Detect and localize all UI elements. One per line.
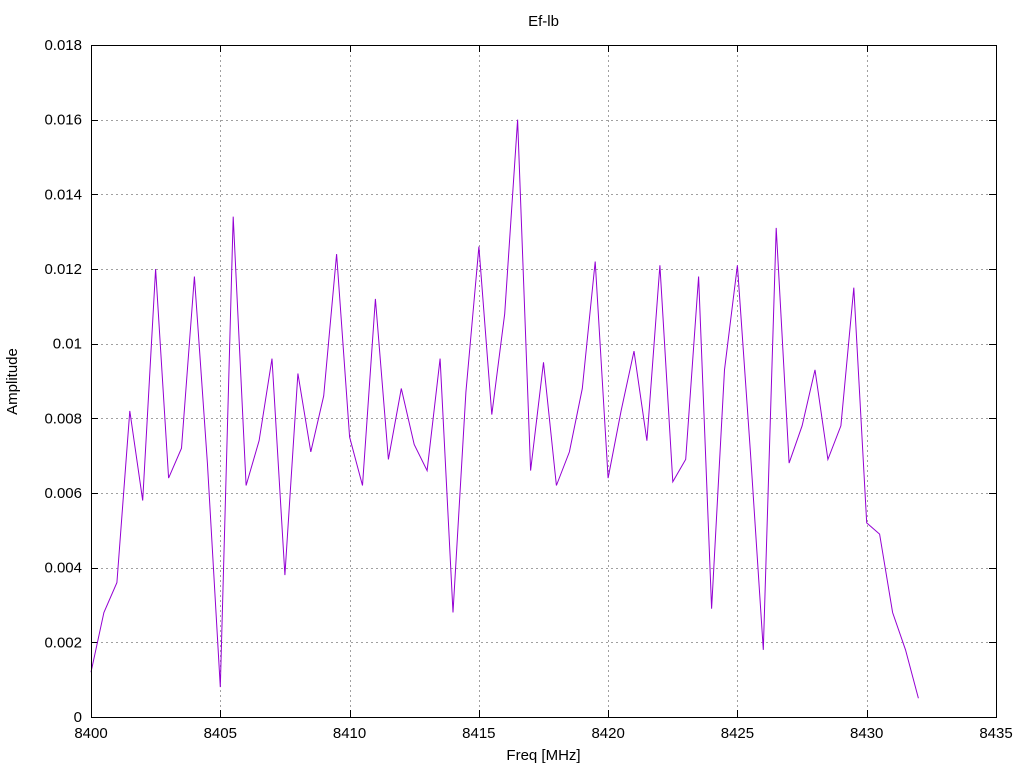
series-line [90,119,919,699]
y-axis-label: Amplitude [4,348,21,415]
y-tick-label: 0.002 [44,634,82,651]
x-axis-label: Freq [MHz] [506,747,580,764]
y-tick-label: 0 [74,709,82,726]
plot-frame [91,45,997,718]
y-tick-label: 0.004 [44,560,82,577]
y-tick-label: 0.01 [53,336,82,353]
x-tick-label: 8400 [74,725,107,742]
line-chart: 8400 8405 8410 8415 8420 8425 8430 8435 0 0.002 0.… [4,13,1013,764]
y-tick-label: 0.016 [44,112,82,129]
x-tick-label: 8435 [979,725,1012,742]
x-tick-label: 8425 [721,725,754,742]
x-tick-label: 8415 [462,725,495,742]
y-tick-label: 0.008 [44,410,82,427]
grid-lines [91,45,996,717]
chart-title: Ef-lb [528,13,559,30]
x-tick-label: 8420 [591,725,624,742]
x-tick-label: 8430 [850,725,883,742]
series-layer [90,119,919,699]
x-tick-label: 8410 [333,725,366,742]
y-tick-label: 0.014 [44,186,82,203]
axis-ticks [91,45,997,718]
y-tick-label: 0.018 [44,37,82,54]
x-tick-label: 8405 [204,725,237,742]
y-tick-label: 0.006 [44,485,82,502]
y-tick-label: 0.012 [44,261,82,278]
